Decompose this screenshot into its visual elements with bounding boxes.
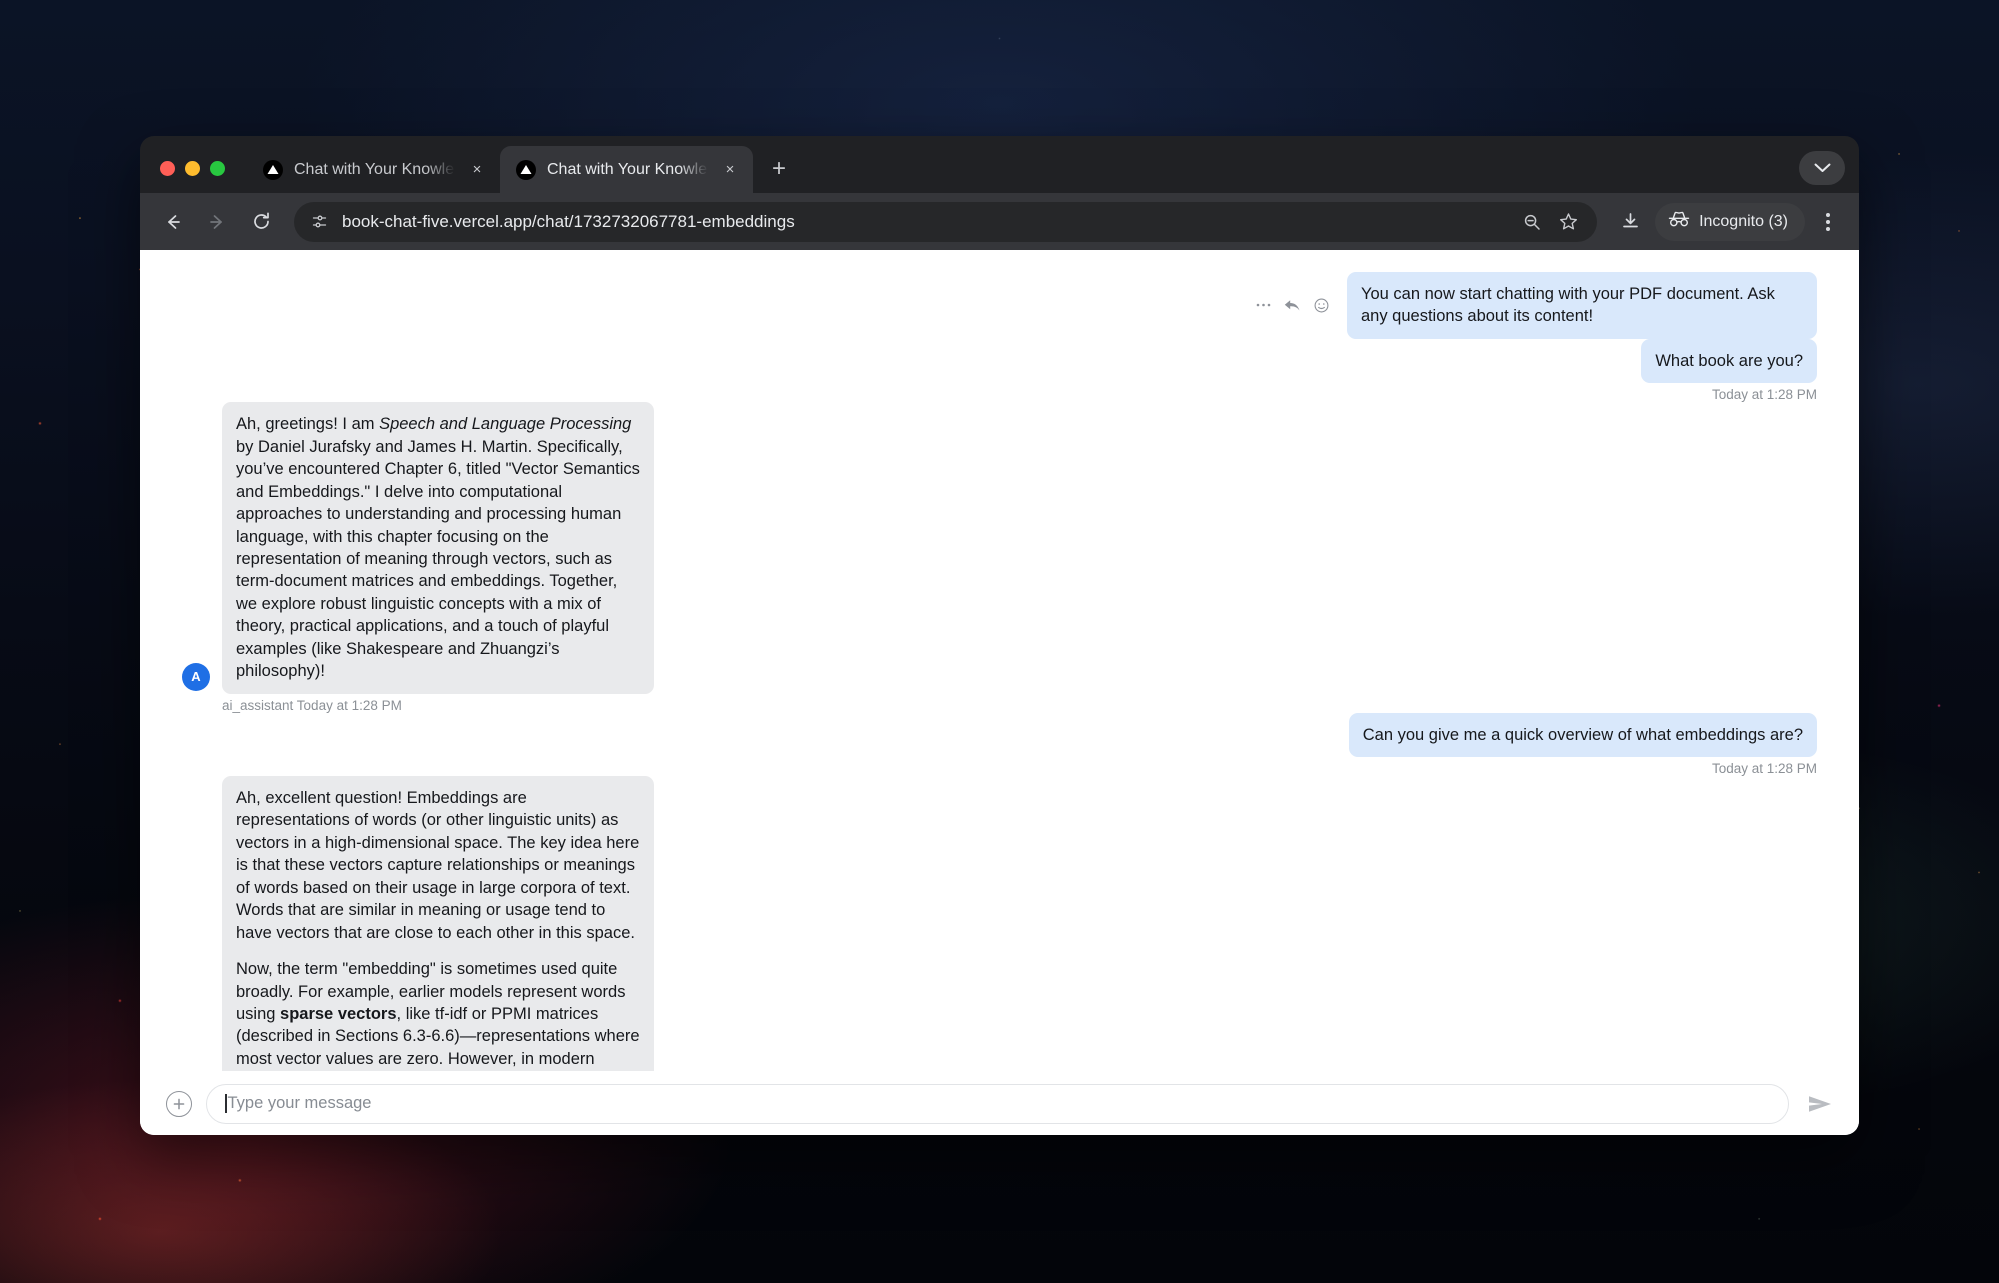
- message-bubble: Ah, excellent question! Embeddings are r…: [222, 776, 654, 1071]
- site-settings-icon[interactable]: [304, 207, 334, 237]
- message-bubble: You can now start chatting with your PDF…: [1347, 272, 1817, 339]
- vercel-triangle-icon: [516, 159, 536, 180]
- chevron-down-icon[interactable]: [1799, 151, 1845, 185]
- vercel-triangle-icon: [263, 159, 283, 180]
- message-bubble: What book are you?: [1641, 338, 1817, 384]
- forward-arrow-icon[interactable]: [198, 203, 236, 241]
- browser-tab-strip: Chat with Your Knowledge Ba × Chat with …: [140, 136, 1859, 193]
- reload-icon[interactable]: [242, 203, 280, 241]
- download-icon[interactable]: [1611, 203, 1649, 241]
- message-actions: [1256, 298, 1329, 313]
- page-viewport: You can now start chatting with your PDF…: [140, 250, 1859, 1135]
- message-text: You can now start chatting with your PDF…: [1361, 285, 1775, 326]
- close-icon[interactable]: ×: [466, 159, 488, 181]
- address-bar-url: book-chat-five.vercel.app/chat/173273206…: [342, 211, 795, 231]
- avatar[interactable]: A: [182, 662, 210, 691]
- close-icon[interactable]: ×: [719, 159, 741, 181]
- plus-circle-icon[interactable]: [166, 1090, 192, 1117]
- address-bar[interactable]: book-chat-five.vercel.app/chat/173273206…: [294, 201, 1598, 242]
- message-paragraph: Ah, excellent question! Embeddings are r…: [236, 789, 640, 942]
- message-bubble: Ah, greetings! I am Speech and Language …: [222, 402, 654, 694]
- browser-toolbar: book-chat-five.vercel.app/chat/173273206…: [140, 193, 1859, 250]
- message-paragraph: Now, the term "embedding" is sometimes u…: [236, 960, 640, 1068]
- close-window-button[interactable]: [160, 161, 175, 176]
- maximize-window-button[interactable]: [210, 161, 225, 176]
- message-input-placeholder: Type your message: [227, 1094, 372, 1112]
- message-composer: Type your message: [140, 1071, 1859, 1135]
- browser-tab-1[interactable]: Chat with Your Knowledge Ba ×: [247, 146, 500, 193]
- text-caret: [225, 1094, 227, 1113]
- browser-window: Chat with Your Knowledge Ba × Chat with …: [140, 136, 1859, 1135]
- message-text: What book are you?: [1655, 351, 1803, 370]
- star-icon[interactable]: [1553, 207, 1583, 237]
- new-tab-button[interactable]: +: [761, 151, 797, 187]
- message-meta: ai_assistant Today at 1:28 PM: [222, 697, 402, 713]
- message-timestamp: Today at 1:28 PM: [1711, 761, 1817, 776]
- zoom-out-icon[interactable]: [1517, 207, 1547, 237]
- message-timestamp: Today at 1:28 PM: [1711, 387, 1817, 403]
- emoji-icon[interactable]: [1314, 298, 1329, 313]
- profile-incognito-button[interactable]: Incognito (3): [1655, 202, 1805, 241]
- message-row: Can you give me a quick overview of what…: [182, 712, 1817, 757]
- incognito-icon: [1668, 211, 1690, 232]
- ellipsis-icon[interactable]: [1256, 302, 1271, 308]
- message-input[interactable]: Type your message: [206, 1083, 1789, 1124]
- browser-tab-2[interactable]: Chat with Your Knowledge Ba ×: [500, 146, 753, 193]
- three-dot-menu-icon[interactable]: [1811, 203, 1845, 241]
- reply-icon[interactable]: [1284, 299, 1301, 312]
- address-bar-actions: [1517, 207, 1583, 237]
- message-row: What book are you?: [182, 338, 1817, 384]
- tab-strip-right-controls: [1799, 151, 1845, 185]
- message-text: Ah, greetings! I am Speech and Language …: [236, 415, 640, 681]
- message-row: You can now start chatting with your PDF…: [182, 272, 1817, 339]
- back-arrow-icon[interactable]: [154, 203, 192, 241]
- chat-message-list[interactable]: You can now start chatting with your PDF…: [140, 250, 1859, 1071]
- message-text: Can you give me a quick overview of what…: [1362, 725, 1803, 744]
- window-traffic-lights: [160, 161, 225, 193]
- message-row: A Ah, greetings! I am Speech and Languag…: [182, 402, 1817, 694]
- message-row: A Ah, excellent question! Embeddings are…: [182, 776, 1817, 1071]
- browser-tab-1-title: Chat with Your Knowledge Ba: [294, 160, 455, 178]
- send-arrow-icon[interactable]: [1803, 1087, 1837, 1121]
- minimize-window-button[interactable]: [185, 161, 200, 176]
- profile-label: Incognito (3): [1699, 212, 1788, 230]
- browser-tab-2-title: Chat with Your Knowledge Ba: [547, 160, 708, 178]
- message-bubble: Can you give me a quick overview of what…: [1348, 712, 1817, 757]
